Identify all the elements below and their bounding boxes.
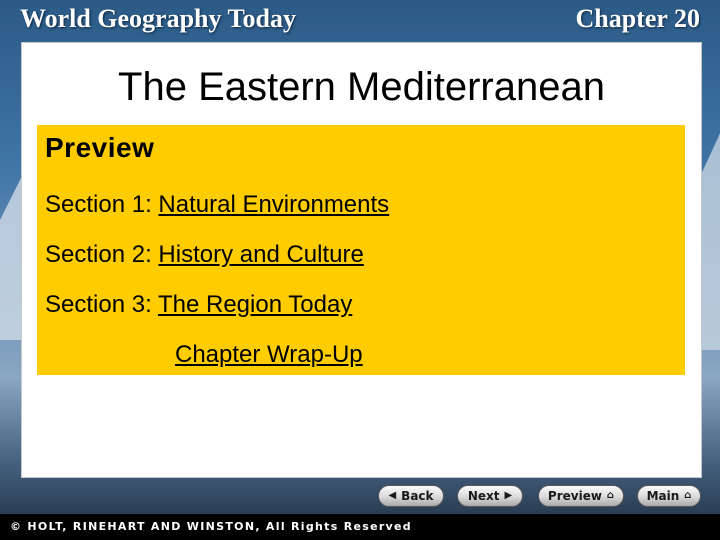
chevron-right-icon: ▶: [504, 490, 513, 501]
back-button-label: Back: [401, 489, 434, 503]
copyright-notice: © HOLT, RINEHART AND WINSTON, All Rights…: [10, 520, 412, 533]
main-button-label: Main: [646, 489, 680, 503]
section-1-link[interactable]: Natural Environments: [158, 191, 389, 218]
home-icon: ⌂: [606, 490, 615, 501]
section-3-link[interactable]: The Region Today: [158, 291, 352, 318]
chapter-label: Chapter 20: [575, 4, 700, 33]
section-3-row: Section 3: The Region Today: [45, 291, 352, 319]
preview-panel: Preview Section 1: Natural Environments …: [37, 125, 685, 375]
home-icon: ⌂: [684, 490, 692, 501]
main-button[interactable]: Main ⌂: [637, 485, 701, 507]
slide-content: The Eastern Mediterranean Preview Sectio…: [21, 42, 702, 478]
section-1-prefix: Section 1:: [45, 191, 152, 218]
preview-button[interactable]: Preview ⌂: [538, 485, 624, 507]
slide-title: The Eastern Mediterranean: [118, 65, 605, 109]
chapter-wrapup-link[interactable]: Chapter Wrap-Up: [175, 341, 363, 369]
preview-heading: Preview: [45, 132, 155, 163]
section-2-row: Section 2: History and Culture: [45, 241, 364, 269]
section-1-row: Section 1: Natural Environments: [45, 191, 389, 219]
back-button[interactable]: ◀ Back: [378, 485, 444, 507]
footer-bar: © HOLT, RINEHART AND WINSTON, All Rights…: [0, 514, 720, 540]
navigation-bar: ◀ Back Next ▶ Preview ⌂ Main ⌂: [0, 485, 720, 509]
section-2-prefix: Section 2:: [45, 241, 152, 268]
preview-button-label: Preview: [547, 489, 602, 503]
book-title: World Geography Today: [20, 4, 296, 33]
section-3-prefix: Section 3:: [45, 291, 152, 318]
chevron-left-icon: ◀: [388, 490, 397, 501]
next-button[interactable]: Next ▶: [457, 485, 523, 507]
next-button-label: Next: [467, 489, 500, 503]
section-2-link[interactable]: History and Culture: [158, 241, 363, 268]
